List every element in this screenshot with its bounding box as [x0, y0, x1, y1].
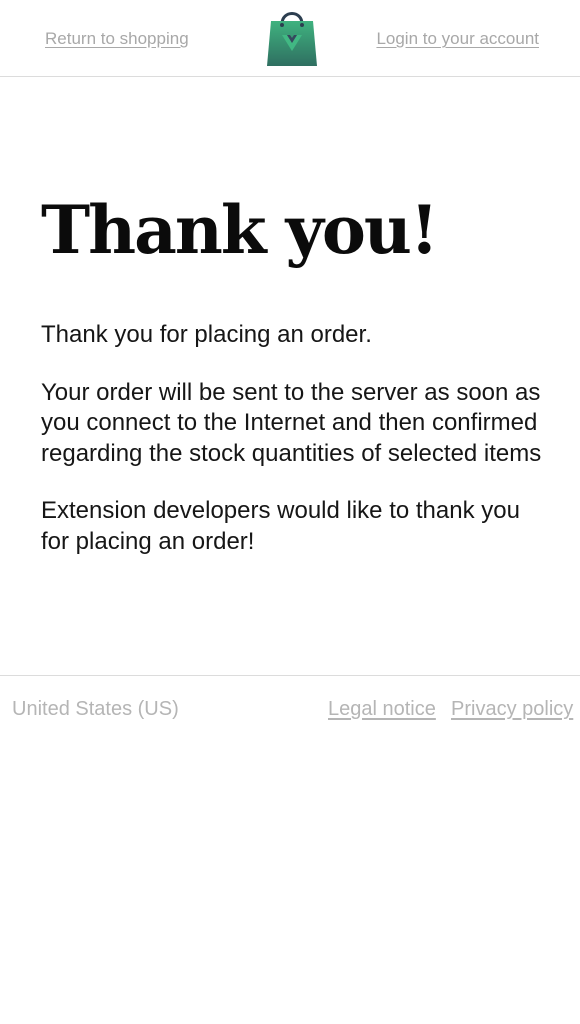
header: Return to shopping Login to your account	[0, 0, 580, 77]
order-sync-message: Your order will be sent to the server as…	[41, 378, 542, 467]
developer-thanks-message: Extension developers would like to thank…	[41, 497, 520, 555]
privacy-policy-link[interactable]: Privacy policy	[451, 698, 573, 721]
shopping-bag-icon[interactable]	[265, 4, 319, 67]
page-title: Thank you!	[41, 191, 439, 269]
country-selector[interactable]: United States (US)	[12, 698, 179, 721]
legal-notice-link[interactable]: Legal notice	[328, 698, 436, 721]
footer: United States (US) Legal notice Privacy …	[0, 675, 580, 736]
return-to-shopping-link[interactable]: Return to shopping	[45, 29, 189, 49]
main-content: Thank you! Thank you for placing an orde…	[41, 185, 551, 557]
confirmation-message: Thank you for placing an order.	[41, 321, 372, 348]
login-to-account-link[interactable]: Login to your account	[376, 29, 539, 49]
